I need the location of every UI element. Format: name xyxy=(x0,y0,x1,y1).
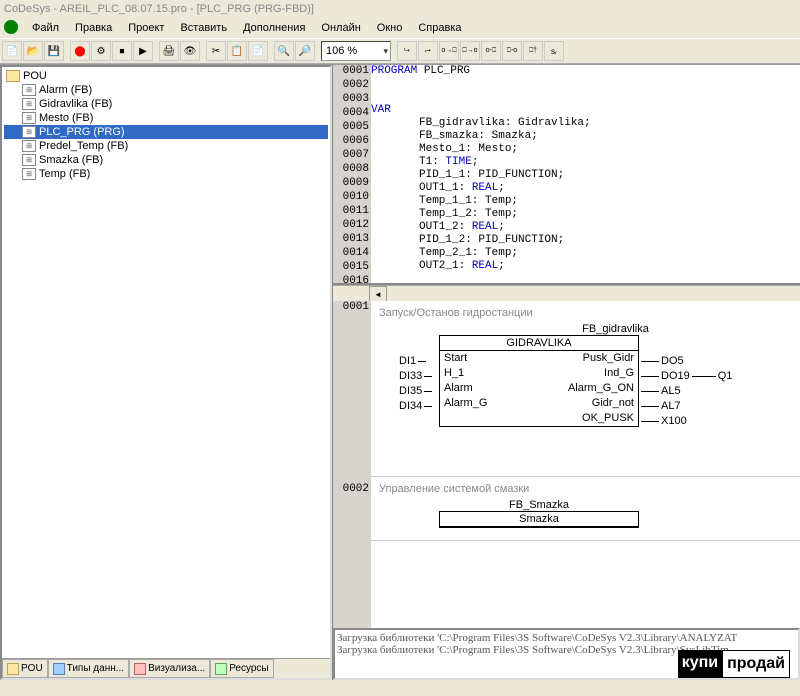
fb-icon: ⊞ xyxy=(22,126,36,138)
network-title: Запуск/Останов гидростанции xyxy=(379,307,792,319)
tb-stop-icon[interactable]: ⏹ xyxy=(112,41,132,61)
tb-findnext-icon[interactable]: 🔎 xyxy=(295,41,315,61)
fb-icon: ⊞ xyxy=(22,154,36,166)
menu-file[interactable]: Файл xyxy=(26,20,65,36)
menu-window[interactable]: Окно xyxy=(371,20,409,36)
menu-insert[interactable]: Вставить xyxy=(174,20,233,36)
menu-project[interactable]: Проект xyxy=(122,20,170,36)
fb-type-name: GIDRAVLIKA xyxy=(440,336,638,351)
res-icon xyxy=(215,663,227,675)
tree-item-plc-prg[interactable]: ⊞PLC_PRG (PRG) xyxy=(4,125,328,139)
tab-resources[interactable]: Ресурсы xyxy=(210,659,273,678)
tb-open-icon[interactable]: 📂 xyxy=(23,41,43,61)
toolbar: 📄 📂 💾 ⬤ ⚙ ⏹ ▶ 🖨 👁 ✂ 📋 📄 🔍 🔎 106 % ⮡ ⮣ o→… xyxy=(0,38,800,64)
declaration-editor[interactable]: 0001000200030004000500060007000800090010… xyxy=(333,65,800,285)
bottom-tabs: POU Типы данн... Визуализа... Ресурсы xyxy=(2,658,330,678)
visu-icon xyxy=(134,663,146,675)
menu-online[interactable]: Онлайн xyxy=(315,20,366,36)
tb-step1-icon[interactable]: ⮡ xyxy=(397,41,417,61)
tb-print-icon[interactable]: 🖨 xyxy=(159,41,179,61)
tree-item-gidravlika[interactable]: ⊞Gidravlika (FB) xyxy=(4,97,328,111)
tree-item-smazka[interactable]: ⊞Smazka (FB) xyxy=(4,153,328,167)
tb-step7-icon[interactable]: ⎕† xyxy=(523,41,543,61)
menu-edit[interactable]: Правка xyxy=(69,20,118,36)
tb-step8-icon[interactable]: sᵣ xyxy=(544,41,564,61)
h-scrollbar[interactable] xyxy=(333,285,800,301)
line-gutter: 0001000200030004000500060007000800090010… xyxy=(333,65,371,283)
fb-box[interactable]: Smazka xyxy=(439,511,639,528)
tree-item-mesto[interactable]: ⊞Mesto (FB) xyxy=(4,111,328,125)
tree-item-temp[interactable]: ⊞Temp (FB) xyxy=(4,167,328,181)
tb-new-icon[interactable]: 📄 xyxy=(2,41,22,61)
tb-run-icon[interactable]: ⬤ xyxy=(70,41,90,61)
fb-instance-name: FB_gidravlika xyxy=(439,323,792,335)
fbd-network-1[interactable]: Запуск/Останов гидростанции FB_gidravlik… xyxy=(371,301,800,477)
tb-build-icon[interactable]: ⚙ xyxy=(91,41,111,61)
pou-tree-pane: POU ⊞Alarm (FB) ⊞Gidravlika (FB) ⊞Mesto … xyxy=(0,65,332,680)
watermark: купипродай xyxy=(678,650,790,678)
menu-extras[interactable]: Дополнения xyxy=(237,20,311,36)
message-line: Загрузка библиотеки 'C:\Program Files\3S… xyxy=(337,632,796,644)
tree-item-predel-temp[interactable]: ⊞Predel_Temp (FB) xyxy=(4,139,328,153)
tab-pou[interactable]: POU xyxy=(2,659,48,678)
fb-icon: ⊞ xyxy=(22,112,36,124)
tb-login-icon[interactable]: ▶ xyxy=(133,41,153,61)
tree-item-alarm[interactable]: ⊞Alarm (FB) xyxy=(4,83,328,97)
fb-instance-name: FB_Smazka xyxy=(439,499,639,511)
tb-watch-icon[interactable]: 👁 xyxy=(180,41,200,61)
tb-cut-icon[interactable]: ✂ xyxy=(206,41,226,61)
fb-icon: ⊞ xyxy=(22,84,36,96)
zoom-select[interactable]: 106 % xyxy=(321,41,391,61)
fb-box[interactable]: GIDRAVLIKA StartPusk_GidrH_1Ind_GAlarmAl… xyxy=(439,335,639,427)
tb-step2-icon[interactable]: ⮣ xyxy=(418,41,438,61)
tb-copy-icon[interactable]: 📋 xyxy=(227,41,247,61)
types-icon xyxy=(53,663,65,675)
pou-icon xyxy=(7,663,19,675)
network-title: Управление системой смазки xyxy=(379,483,792,495)
tb-save-icon[interactable]: 💾 xyxy=(44,41,64,61)
window-title: CoDeSys - AREIL_PLC_08.07.15.pro - [PLC_… xyxy=(0,0,800,18)
fbd-network-2[interactable]: Управление системой смазки FB_Smazka Sma… xyxy=(371,477,800,541)
app-icon xyxy=(4,20,18,34)
tb-step4-icon[interactable]: ⎕→o xyxy=(460,41,480,61)
code-text[interactable]: PROGRAM PLC_PRG VARFB_gidravlika: Gidrav… xyxy=(371,65,800,283)
fb-icon: ⊞ xyxy=(22,140,36,152)
tb-step3-icon[interactable]: o→⎕ xyxy=(439,41,459,61)
fb-icon: ⊞ xyxy=(22,98,36,110)
fb-type-name: Smazka xyxy=(440,512,638,527)
menu-help[interactable]: Справка xyxy=(412,20,467,36)
tb-step6-icon[interactable]: ⎕-o xyxy=(502,41,522,61)
tree-root[interactable]: POU xyxy=(4,69,328,83)
tb-step5-icon[interactable]: o-⎕ xyxy=(481,41,501,61)
tb-find-icon[interactable]: 🔍 xyxy=(274,41,294,61)
folder-icon xyxy=(6,70,20,82)
menu-bar: Файл Правка Проект Вставить Дополнения О… xyxy=(0,18,800,38)
fbd-editor[interactable]: 0001 0002 Запуск/Останов гидростанции FB… xyxy=(333,301,800,628)
tab-types[interactable]: Типы данн... xyxy=(48,659,129,678)
tb-paste-icon[interactable]: 📄 xyxy=(248,41,268,61)
fb-icon: ⊞ xyxy=(22,168,36,180)
fbd-gutter: 0001 0002 xyxy=(333,301,371,628)
tab-visu[interactable]: Визуализа... xyxy=(129,659,210,678)
